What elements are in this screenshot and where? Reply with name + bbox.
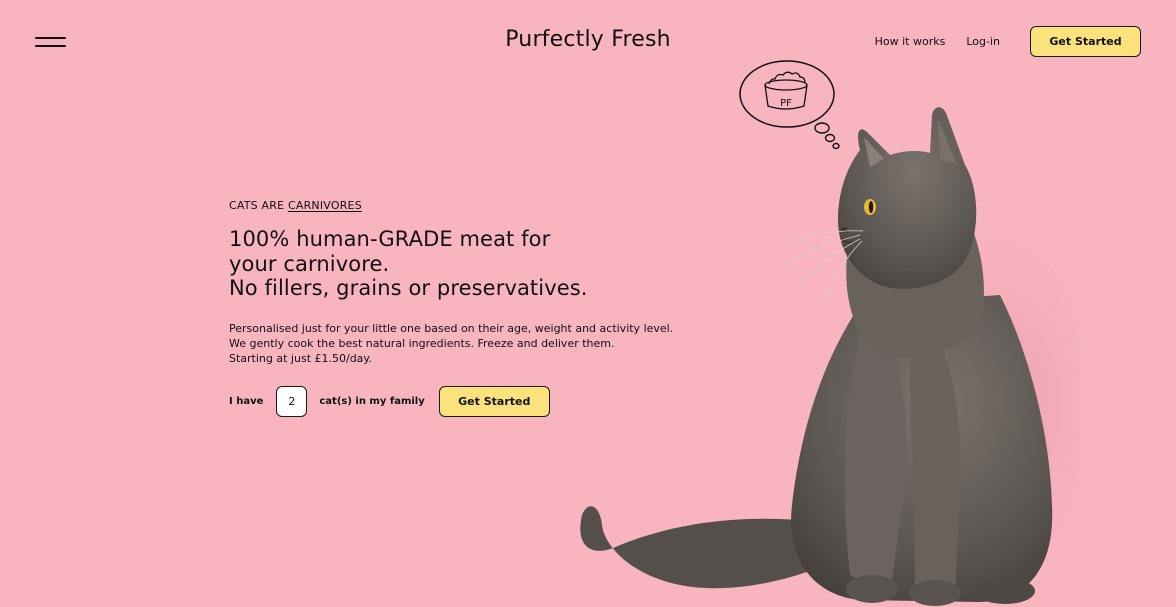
brand-logo-text[interactable]: Purfectly Fresh [505,27,671,52]
header-get-started-button[interactable]: Get Started [1030,26,1141,57]
headline-line: your carnivore. [229,251,390,276]
cat-count-form: I have cat(s) in my family Get Started [229,385,709,417]
nav-how-it-works-link[interactable]: How it works [875,35,946,48]
hero-eyebrow: CATS ARE CARNIVORES [229,199,709,212]
headline-line: 100% human-GRADE meat for [229,227,551,251]
carnivores-link[interactable]: CARNIVORES [288,199,362,212]
cat-count-suffix: cat(s) in my family [319,395,425,407]
cat-count-input[interactable] [276,385,308,417]
eyebrow-text: CATS ARE [229,199,285,212]
description-line: Starting at just £1.50/day. [229,351,372,365]
hero-section: CATS ARE CARNIVORES 100% human-GRADE mea… [229,199,709,417]
nav-login-link[interactable]: Log-in [966,35,1000,48]
cat-count-prefix: I have [229,395,264,407]
menu-line [35,37,66,39]
hero-description: Personalised just for your little one ba… [229,321,709,366]
hero-get-started-button[interactable]: Get Started [438,385,550,417]
hero-headline: 100% human-GRADE meat for your carnivore… [229,227,709,301]
description-line: Personalised just for your little one ba… [229,321,674,335]
landing-page: Purfectly Fresh How it works Log-in Get … [0,0,1176,607]
menu-line [35,45,66,47]
description-line: We gently cook the best natural ingredie… [229,336,615,350]
top-nav: How it works Log-in Get Started [875,26,1141,57]
headline-line: No fillers, grains or preservatives. [229,276,588,300]
food-bowl-icon: PF [764,71,808,110]
hamburger-menu-icon[interactable] [35,34,66,50]
